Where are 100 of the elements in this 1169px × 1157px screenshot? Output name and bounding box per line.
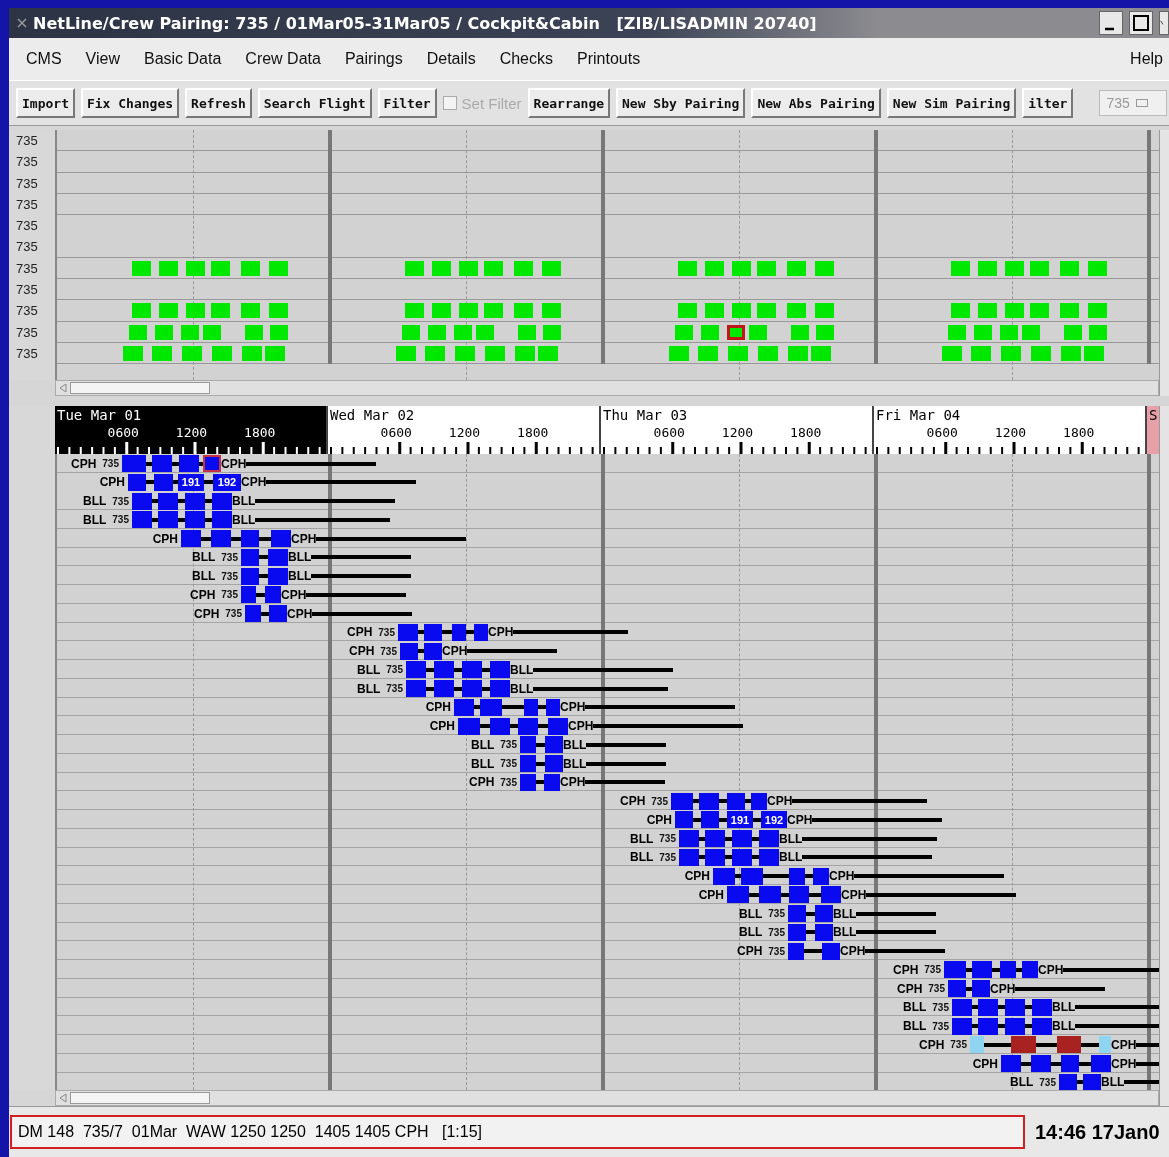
flight-leg[interactable]: [944, 961, 966, 979]
flight-leg[interactable]: [751, 792, 767, 810]
flight-leg[interactable]: [978, 1017, 998, 1035]
flight-leg[interactable]: [424, 642, 442, 660]
flight-leg[interactable]: [788, 942, 804, 960]
flight-leg[interactable]: [1083, 1073, 1101, 1090]
flight-leg[interactable]: [462, 661, 482, 679]
flight-leg[interactable]: [1022, 961, 1038, 979]
flight-leg[interactable]: [545, 736, 563, 754]
overview-block[interactable]: [727, 324, 745, 340]
flight-leg[interactable]: [789, 867, 805, 885]
flight-leg[interactable]: [699, 792, 719, 810]
flight-leg[interactable]: [679, 848, 699, 866]
menu-item[interactable]: CMS: [26, 50, 62, 68]
menu-item[interactable]: Checks: [499, 50, 553, 68]
flight-leg[interactable]: [185, 511, 205, 529]
menu-item[interactable]: Help: [1130, 50, 1163, 68]
flight-leg[interactable]: [978, 998, 998, 1016]
flight-leg[interactable]: [241, 548, 259, 566]
flight-leg[interactable]: [713, 867, 735, 885]
flight-leg[interactable]: [474, 623, 488, 641]
menu-item[interactable]: Pairings: [344, 50, 403, 68]
flight-leg[interactable]: [546, 698, 560, 716]
toolbar-button[interactable]: New Abs Pairing: [751, 88, 881, 118]
flight-leg[interactable]: [158, 492, 178, 510]
toolbar-button[interactable]: Fix Changes: [80, 88, 180, 118]
flight-leg[interactable]: 191: [727, 811, 753, 829]
flight-leg[interactable]: [821, 886, 841, 904]
flight-leg[interactable]: [406, 661, 426, 679]
flight-leg[interactable]: [1032, 1017, 1052, 1035]
flight-leg[interactable]: [789, 886, 809, 904]
menu-item[interactable]: Printouts: [577, 50, 641, 68]
flight-leg[interactable]: [741, 867, 763, 885]
flight-leg[interactable]: [671, 792, 693, 810]
flight-leg[interactable]: [212, 492, 232, 510]
toolbar-button[interactable]: New Sim Pairing: [886, 88, 1017, 118]
vertical-scrollbar[interactable]: [1159, 130, 1169, 380]
flight-leg[interactable]: [675, 811, 693, 829]
flight-leg[interactable]: [1005, 1017, 1025, 1035]
flight-leg[interactable]: [701, 811, 719, 829]
vertical-scrollbar[interactable]: [1159, 380, 1169, 396]
day-header[interactable]: Tue Mar 01 0600 1200 1800: [55, 406, 326, 454]
flight-leg[interactable]: [158, 511, 178, 529]
flight-leg[interactable]: [1011, 1036, 1036, 1054]
flight-leg[interactable]: [458, 717, 480, 735]
vertical-scrollbar[interactable]: [1159, 406, 1169, 454]
scroll-left-icon[interactable]: [58, 1093, 68, 1103]
flight-leg[interactable]: [822, 942, 840, 960]
scrollbar-thumb[interactable]: [70, 1092, 210, 1104]
flight-leg[interactable]: [952, 1017, 972, 1035]
flight-leg[interactable]: [732, 848, 752, 866]
flight-leg[interactable]: [520, 773, 536, 791]
menu-item[interactable]: Crew Data: [245, 50, 321, 68]
flight-leg[interactable]: [241, 586, 256, 604]
flight-leg[interactable]: [154, 473, 173, 491]
flight-leg[interactable]: [972, 961, 992, 979]
scrollbar-thumb[interactable]: [70, 382, 210, 394]
flight-leg[interactable]: [1005, 998, 1025, 1016]
flight-leg[interactable]: [524, 698, 538, 716]
menu-item[interactable]: View: [85, 50, 120, 68]
flight-leg[interactable]: [490, 717, 510, 735]
flight-leg[interactable]: [952, 998, 972, 1016]
vertical-scrollbar[interactable]: [1159, 1090, 1169, 1106]
toolbar-button[interactable]: Filter: [377, 88, 437, 118]
flight-leg[interactable]: [1000, 961, 1016, 979]
scroll-left-icon[interactable]: [58, 383, 68, 393]
maximize-icon[interactable]: [1129, 11, 1153, 35]
horizontal-scrollbar[interactable]: [55, 1090, 1159, 1106]
flight-leg[interactable]: [132, 492, 152, 510]
toolbar-button[interactable]: Import: [16, 88, 75, 118]
flight-leg[interactable]: [400, 642, 418, 660]
flight-leg[interactable]: [490, 661, 510, 679]
flight-leg[interactable]: [1059, 1073, 1077, 1090]
flight-leg[interactable]: 191: [178, 473, 204, 491]
flight-leg[interactable]: [452, 623, 466, 641]
flight-leg[interactable]: [268, 548, 288, 566]
toolbar-button[interactable]: New Sby Pairing: [616, 88, 746, 118]
flight-leg[interactable]: [759, 848, 779, 866]
flight-leg[interactable]: [212, 511, 232, 529]
flight-leg[interactable]: [705, 848, 725, 866]
horizontal-scrollbar[interactable]: [55, 380, 1159, 396]
flight-leg[interactable]: [759, 886, 781, 904]
flight-leg[interactable]: [424, 623, 442, 641]
flight-leg[interactable]: [727, 886, 749, 904]
flight-leg[interactable]: [265, 586, 281, 604]
toolbar-button[interactable]: Refresh: [185, 88, 252, 118]
minimize-icon[interactable]: [1099, 11, 1123, 35]
menu-item[interactable]: Details: [426, 50, 476, 68]
flight-leg[interactable]: [241, 567, 259, 585]
flight-leg[interactable]: [520, 736, 536, 754]
flight-leg[interactable]: [128, 473, 146, 491]
flight-leg[interactable]: [813, 867, 829, 885]
flight-leg[interactable]: 192: [213, 473, 241, 491]
flight-leg[interactable]: [815, 923, 833, 941]
flight-leg[interactable]: [1057, 1036, 1081, 1054]
flight-leg[interactable]: [727, 792, 745, 810]
toolbar-button[interactable]: ilter: [1022, 88, 1074, 118]
flight-leg[interactable]: [518, 717, 538, 735]
menu-item[interactable]: Basic Data: [143, 50, 222, 68]
flight-leg[interactable]: [268, 567, 288, 585]
